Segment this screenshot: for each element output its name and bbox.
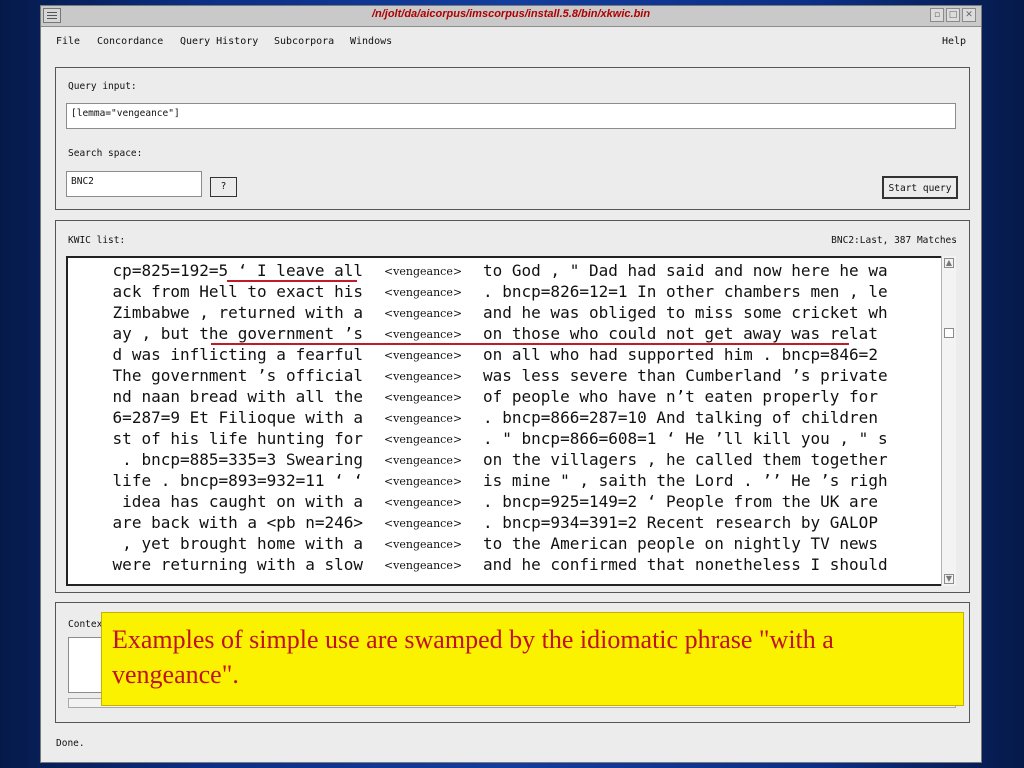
menu-bar: File Concordance Query History Subcorpor…	[41, 27, 981, 57]
kwic-row[interactable]: The government ’s official <vengeance> w…	[73, 366, 954, 387]
query-panel: Query input: [lemma="vengeance"] Search …	[55, 67, 970, 210]
kwic-keyword: <vengeance>	[383, 391, 463, 404]
kwic-keyword: <vengeance>	[383, 559, 463, 572]
kwic-left-context: Zimbabwe , returned with a	[112, 303, 363, 322]
close-icon[interactable]: ✕	[962, 8, 976, 22]
kwic-left-context: were returning with a slow	[112, 555, 363, 574]
scroll-thumb[interactable]	[944, 328, 954, 338]
kwic-left-context: . bncp=885=335=3 Swearing	[122, 450, 363, 469]
scroll-down-icon[interactable]: ▼	[944, 574, 954, 584]
kwic-left-context: , yet brought home with a	[122, 534, 363, 553]
kwic-row[interactable]: d was inflicting a fearful <vengeance> o…	[73, 345, 954, 366]
kwic-keyword: <vengeance>	[383, 286, 463, 299]
kwic-right-context: . bncp=934=391=2 Recent research by GALO…	[483, 513, 878, 532]
scroll-up-icon[interactable]: ▲	[944, 258, 954, 268]
kwic-left-context: life . bncp=893=932=11 ‘ ‘	[112, 471, 363, 490]
annotation-underline	[227, 280, 357, 282]
kwic-right-context: and he confirmed that nonetheless I shou…	[483, 555, 888, 574]
kwic-keyword: <vengeance>	[383, 370, 463, 383]
kwic-right-context: to God , " Dad had said and now here he …	[483, 261, 888, 280]
kwic-keyword: <vengeance>	[383, 265, 463, 278]
kwic-keyword: <vengeance>	[383, 454, 463, 467]
kwic-keyword: <vengeance>	[383, 433, 463, 446]
kwic-right-context: to the American people on nightly TV new…	[483, 534, 878, 553]
start-query-button[interactable]: Start query	[882, 176, 958, 199]
status-text: Done.	[56, 738, 85, 749]
kwic-keyword: <vengeance>	[383, 307, 463, 320]
search-space-input[interactable]: BNC2	[66, 171, 202, 197]
kwic-row[interactable]: 6=287=9 Et Filioque with a <vengeance> .…	[73, 408, 954, 429]
menu-windows[interactable]: Windows	[350, 36, 392, 47]
menu-query-history[interactable]: Query History	[180, 36, 258, 47]
menu-subcorpora[interactable]: Subcorpora	[274, 36, 334, 47]
kwic-row[interactable]: cp=825=192=5 ‘ I leave all <vengeance> t…	[73, 261, 954, 282]
kwic-scrollbar[interactable]: ▲ ▼	[941, 256, 956, 586]
query-input[interactable]: [lemma="vengeance"]	[66, 103, 956, 129]
kwic-left-context: ack from Hell to exact his	[112, 282, 363, 301]
kwic-left-context: nd naan bread with all the	[112, 387, 363, 406]
kwic-keyword: <vengeance>	[383, 538, 463, 551]
kwic-right-context: of people who have n’t eaten properly fo…	[483, 387, 878, 406]
menu-help[interactable]: Help	[942, 36, 966, 47]
kwic-keyword: <vengeance>	[383, 475, 463, 488]
kwic-keyword: <vengeance>	[383, 328, 463, 341]
kwic-right-context: . bncp=826=12=1 In other chambers men , …	[483, 282, 888, 301]
kwic-row[interactable]: nd naan bread with all the <vengeance> o…	[73, 387, 954, 408]
kwic-row[interactable]: idea has caught on with a <vengeance> . …	[73, 492, 954, 513]
kwic-right-context: . " bncp=866=608=1 ‘ He ’ll kill you , "…	[483, 429, 888, 448]
kwic-right-context: . bncp=866=287=10 And talking of childre…	[483, 408, 878, 427]
kwic-left-context: are back with a <pb n=246>	[112, 513, 363, 532]
kwic-row[interactable]: st of his life hunting for <vengeance> .…	[73, 429, 954, 450]
kwic-left-context: cp=825=192=5 ‘ I leave all	[112, 261, 363, 280]
kwic-row[interactable]: . bncp=885=335=3 Swearing <vengeance> on…	[73, 450, 954, 471]
kwic-keyword: <vengeance>	[383, 496, 463, 509]
kwic-left-context: ay , but the government ’s	[112, 324, 363, 343]
kwic-row[interactable]: were returning with a slow <vengeance> a…	[73, 555, 954, 576]
kwic-left-context: The government ’s official	[112, 366, 363, 385]
annotation-callout: Examples of simple use are swamped by th…	[101, 612, 964, 706]
kwic-keyword: <vengeance>	[383, 412, 463, 425]
kwic-keyword: <vengeance>	[383, 349, 463, 362]
kwic-left-context: 6=287=9 Et Filioque with a	[112, 408, 363, 427]
kwic-list-label: KWIC list:	[68, 235, 126, 246]
kwic-row[interactable]: ack from Hell to exact his <vengeance> .…	[73, 282, 954, 303]
menu-file[interactable]: File	[56, 36, 80, 47]
kwic-row[interactable]: ay , but the government ’s <vengeance> o…	[73, 324, 954, 345]
kwic-left-context: idea has caught on with a	[122, 492, 363, 511]
kwic-left-context: st of his life hunting for	[112, 429, 363, 448]
kwic-row[interactable]: life . bncp=893=932=11 ‘ ‘ <vengeance> i…	[73, 471, 954, 492]
kwic-list[interactable]: cp=825=192=5 ‘ I leave all <vengeance> t…	[66, 256, 956, 586]
kwic-row[interactable]: are back with a <pb n=246> <vengeance> .…	[73, 513, 954, 534]
kwic-right-context: is mine " , saith the Lord . ’’ He ’s ri…	[483, 471, 888, 490]
search-space-help-button[interactable]: ?	[210, 177, 237, 197]
search-space-label: Search space:	[68, 148, 143, 159]
kwic-keyword: <vengeance>	[383, 517, 463, 530]
kwic-right-context: on all who had supported him . bncp=846=…	[483, 345, 878, 364]
menu-concordance[interactable]: Concordance	[97, 36, 163, 47]
kwic-row[interactable]: Zimbabwe , returned with a <vengeance> a…	[73, 303, 954, 324]
kwic-right-context: and he was obliged to miss some cricket …	[483, 303, 888, 322]
kwic-right-context: on those who could not get away was rela…	[483, 324, 878, 343]
window-title: /n/jolt/da/aicorpus/imscorpus/install.5.…	[371, 8, 651, 20]
minimize-icon[interactable]: ▫	[930, 8, 944, 22]
kwic-row[interactable]: , yet brought home with a <vengeance> to…	[73, 534, 954, 555]
kwic-right-context: on the villagers , he called them togeth…	[483, 450, 888, 469]
annotation-underline	[211, 343, 849, 345]
kwic-right-context: was less severe than Cumberland ’s priva…	[483, 366, 888, 385]
kwic-right-context: . bncp=925=149=2 ‘ People from the UK ar…	[483, 492, 878, 511]
maximize-icon[interactable]: □	[946, 8, 960, 22]
title-bar[interactable]: /n/jolt/da/aicorpus/imscorpus/install.5.…	[41, 6, 981, 27]
kwic-left-context: d was inflicting a fearful	[112, 345, 363, 364]
query-input-label: Query input:	[68, 81, 137, 92]
kwic-match-status: BNC2:Last, 387 Matches	[831, 235, 957, 246]
